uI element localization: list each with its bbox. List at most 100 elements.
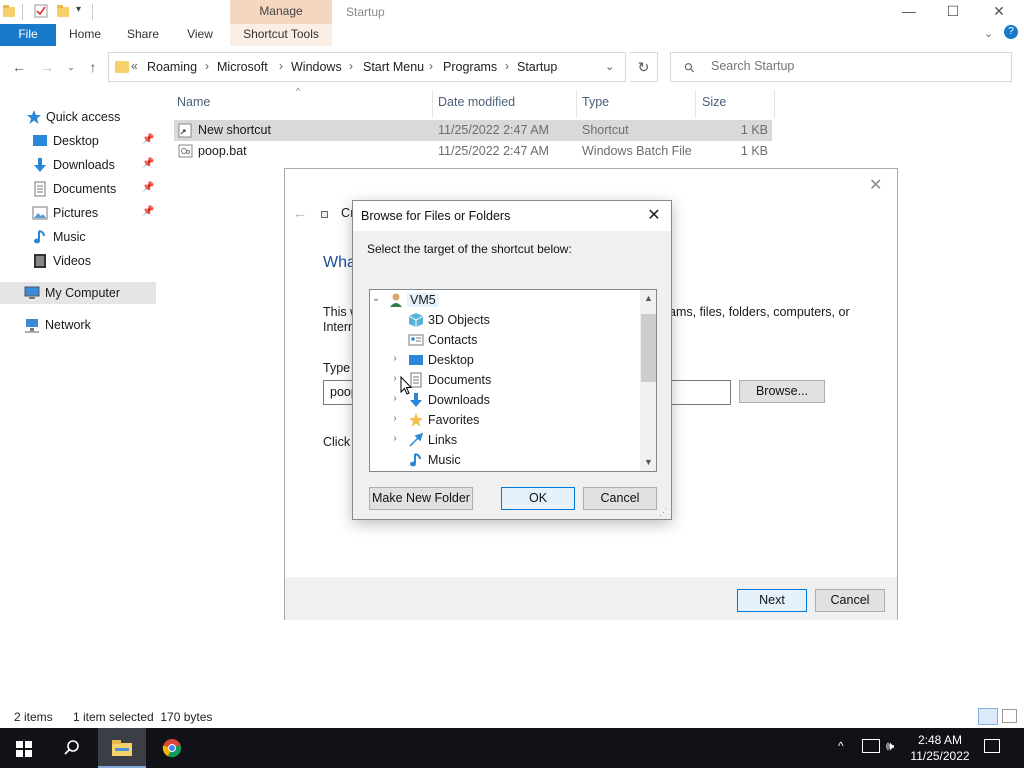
crumb-start-menu[interactable]: Start Menu — [363, 60, 424, 74]
crumb-startup[interactable]: Startup — [517, 60, 557, 74]
crumb-microsoft[interactable]: Microsoft — [217, 60, 268, 74]
overflow-crumb[interactable]: « — [131, 59, 138, 73]
taskbar-file-explorer[interactable] — [98, 728, 146, 768]
nav-item-network[interactable]: Network — [0, 314, 156, 336]
nav-item-desktop[interactable]: Desktop 📌 — [0, 130, 156, 152]
forward-button[interactable]: → — [38, 58, 56, 76]
start-button[interactable] — [0, 728, 48, 768]
column-header-name[interactable]: Name — [177, 95, 210, 109]
tab-home[interactable]: Home — [60, 24, 110, 46]
crumb-windows[interactable]: Windows — [291, 60, 342, 74]
address-dropdown-icon[interactable]: ⌄ — [605, 60, 614, 73]
column-divider[interactable] — [432, 90, 433, 118]
nav-item-downloads[interactable]: Downloads 📌 — [0, 154, 156, 176]
tab-view[interactable]: View — [176, 24, 224, 46]
cancel-button[interactable]: Cancel — [583, 487, 657, 510]
tab-share[interactable]: Share — [118, 24, 168, 46]
notifications-icon[interactable] — [984, 739, 1000, 753]
nav-item-quick-access[interactable]: Quick access — [0, 106, 156, 128]
wizard-close-icon[interactable]: ✕ — [869, 175, 882, 195]
nav-item-videos[interactable]: Videos — [0, 250, 156, 272]
nav-item-music[interactable]: Music — [0, 226, 156, 248]
network-tray-icon[interactable] — [862, 739, 880, 753]
cancel-button[interactable]: Cancel — [815, 589, 885, 612]
address-bar[interactable]: « Roaming › Microsoft › Windows › Start … — [108, 52, 626, 82]
desktop-icon — [33, 135, 47, 146]
tree-label: 3D Objects — [428, 313, 490, 327]
recent-locations-icon[interactable]: ⌄ — [62, 58, 80, 76]
tree-item-desktop[interactable]: › Desktop — [370, 350, 630, 370]
scroll-up-icon[interactable]: ▲ — [640, 290, 656, 307]
show-hidden-icons-icon[interactable]: ^ — [838, 739, 844, 753]
tree-item-music[interactable]: Music — [370, 450, 630, 470]
nav-item-documents[interactable]: Documents 📌 — [0, 178, 156, 200]
tree-label: Links — [428, 433, 458, 447]
refresh-button[interactable]: ↻ — [630, 52, 658, 82]
column-divider[interactable] — [576, 90, 577, 118]
large-icons-view-icon[interactable] — [1002, 709, 1017, 723]
vertical-scrollbar[interactable]: ▲ ▼ — [640, 290, 656, 471]
expanded-chevron-icon[interactable]: ⌄ — [370, 293, 382, 304]
collapsed-chevron-icon[interactable]: › — [389, 433, 401, 444]
crumb-separator[interactable]: › — [429, 59, 433, 73]
column-header-date[interactable]: Date modified — [438, 95, 515, 109]
properties-icon[interactable] — [34, 4, 48, 18]
column-header-type[interactable]: Type — [582, 95, 609, 109]
tab-file[interactable]: File — [0, 24, 56, 46]
qat-customize-icon[interactable]: ▾ — [76, 4, 81, 15]
nav-label: Quick access — [46, 110, 121, 124]
back-button[interactable]: ← — [10, 58, 28, 76]
crumb-separator[interactable]: › — [279, 59, 283, 73]
wizard-back-icon[interactable]: ← — [293, 205, 307, 221]
dialog-close-button[interactable]: ✕ — [641, 205, 667, 227]
crumb-roaming[interactable]: Roaming — [147, 60, 197, 74]
tree-item-contacts[interactable]: Contacts — [370, 330, 630, 350]
file-date: 11/25/2022 2:47 AM — [438, 123, 549, 137]
tree-item-3d-objects[interactable]: 3D Objects — [370, 310, 630, 330]
clock[interactable]: 2:48 AM 11/25/2022 — [908, 732, 972, 764]
crumb-separator[interactable]: › — [205, 59, 209, 73]
search-input[interactable] — [711, 59, 991, 73]
table-row[interactable]: poop.bat 11/25/2022 2:47 AM Windows Batc… — [174, 141, 772, 162]
folder-icon[interactable] — [2, 4, 16, 18]
tree-item-links[interactable]: › Links — [370, 430, 630, 450]
resize-grip-icon[interactable]: ⋰ — [659, 507, 668, 518]
search-box[interactable]: ⚲ — [670, 52, 1012, 82]
search-button[interactable] — [48, 728, 96, 768]
tree-item-favorites[interactable]: › Favorites — [370, 410, 630, 430]
pin-icon: 📌 — [142, 206, 155, 217]
close-button[interactable]: ✕ — [976, 0, 1022, 24]
help-icon[interactable]: ? — [1004, 25, 1018, 39]
browse-button[interactable]: Browse... — [739, 380, 825, 403]
scroll-thumb[interactable] — [641, 314, 656, 382]
next-button[interactable]: Next — [737, 589, 807, 612]
tab-manage[interactable]: Manage — [230, 0, 332, 24]
make-new-folder-button[interactable]: Make New Folder — [369, 487, 473, 510]
nav-item-my-computer[interactable]: My Computer — [0, 282, 156, 304]
mouse-cursor-icon — [400, 376, 412, 395]
ok-button[interactable]: OK — [501, 487, 575, 510]
column-divider[interactable] — [774, 90, 775, 118]
nav-item-pictures[interactable]: Pictures 📌 — [0, 202, 156, 224]
tab-shortcut-tools[interactable]: Shortcut Tools — [230, 24, 332, 46]
crumb-separator[interactable]: › — [349, 59, 353, 73]
collapsed-chevron-icon[interactable]: › — [389, 353, 401, 364]
column-header-size[interactable]: Size — [702, 95, 726, 109]
crumb-programs[interactable]: Programs — [443, 60, 497, 74]
column-divider[interactable] — [695, 90, 696, 118]
details-view-icon[interactable] — [978, 708, 998, 725]
folder-tree[interactable]: ⌄ VM5 3D Objects Contacts › Desktop › Do… — [369, 289, 657, 472]
taskbar-chrome[interactable] — [148, 728, 196, 768]
scroll-down-icon[interactable]: ▼ — [640, 454, 656, 471]
file-name: poop.bat — [198, 144, 247, 158]
new-folder-icon[interactable] — [56, 4, 70, 18]
minimize-button[interactable]: — — [886, 0, 932, 24]
collapsed-chevron-icon[interactable]: › — [389, 413, 401, 424]
expand-ribbon-icon[interactable]: ⌄ — [984, 27, 993, 40]
volume-icon[interactable]: 🕪 — [886, 738, 894, 754]
table-row[interactable]: New shortcut 11/25/2022 2:47 AM Shortcut… — [174, 120, 772, 141]
tree-item-vm5[interactable]: ⌄ VM5 — [370, 290, 630, 310]
maximize-button[interactable]: ☐ — [930, 0, 976, 24]
crumb-separator[interactable]: › — [505, 59, 509, 73]
up-button[interactable]: ↑ — [84, 58, 102, 76]
